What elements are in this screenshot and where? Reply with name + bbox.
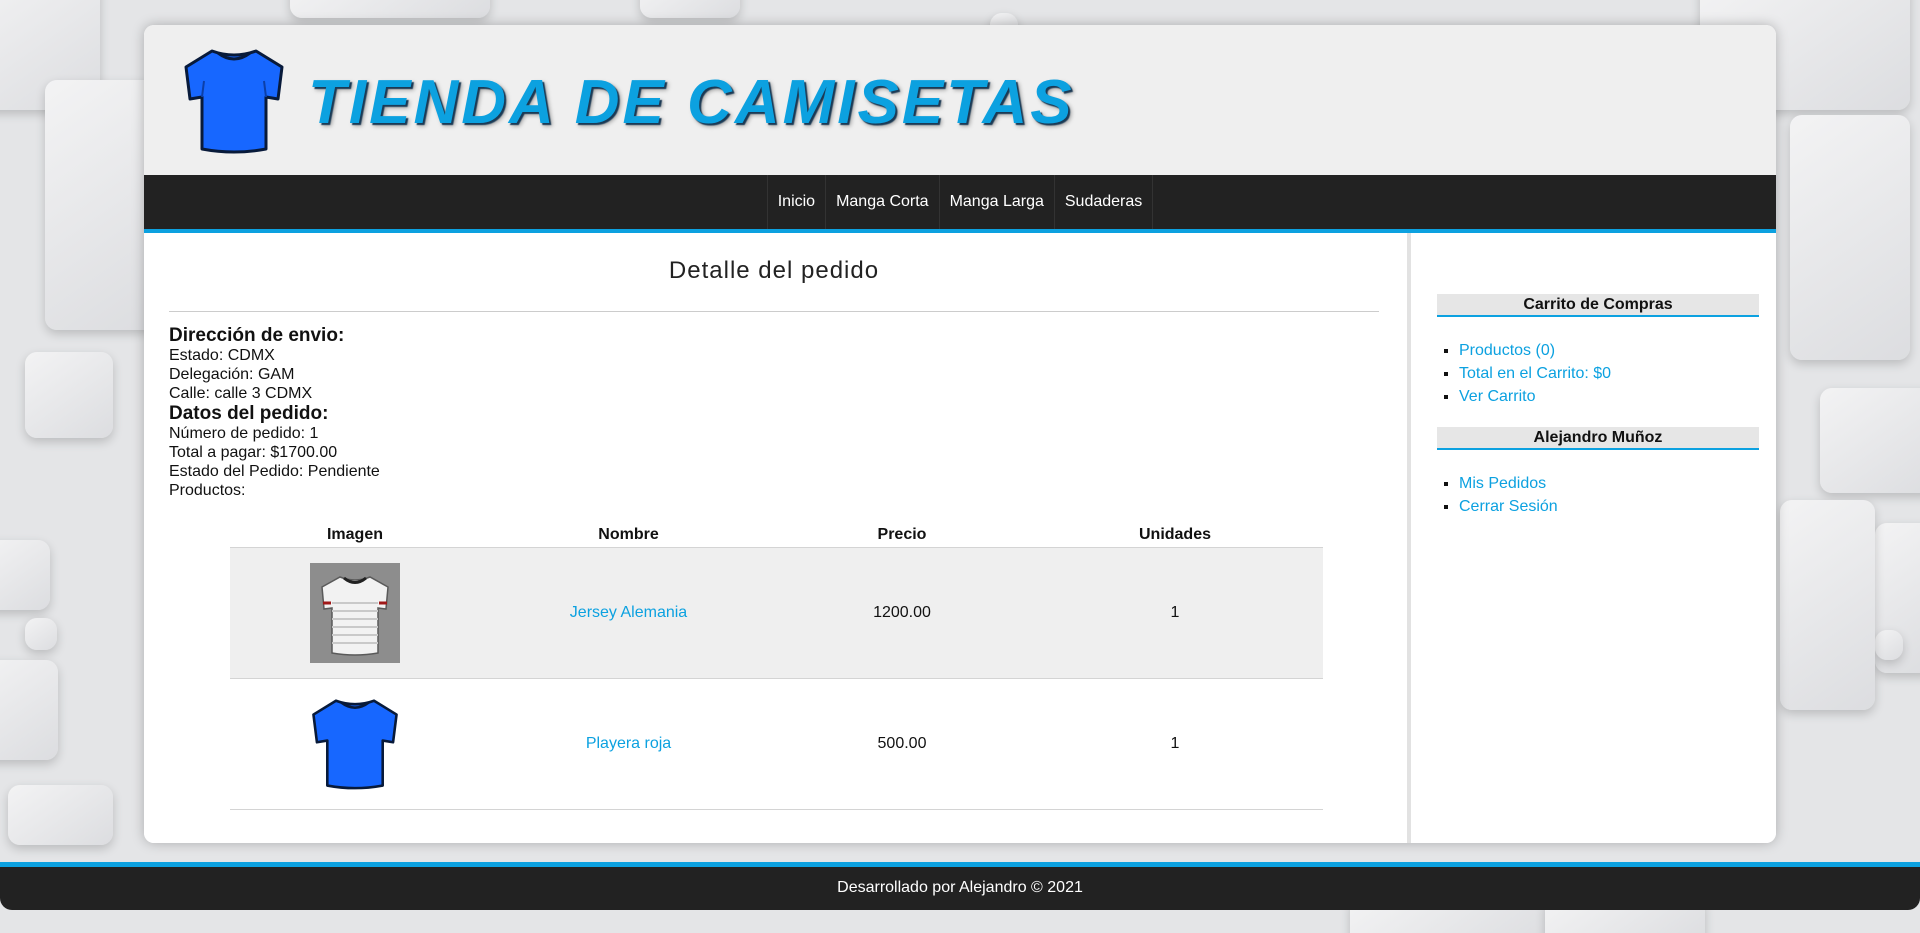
list-item: Productos (0) [1459, 339, 1611, 362]
order-status: Estado del Pedido: Pendiente [169, 463, 380, 480]
view-cart-link[interactable]: Ver Carrito [1459, 388, 1535, 405]
product-image-cell [230, 547, 480, 679]
page-container: TIENDA DE CAMISETAS Inicio Manga Corta M… [144, 25, 1776, 843]
column-header-precio: Precio [777, 523, 1027, 548]
table-row: Playera roja 500.00 1 [230, 678, 1323, 810]
product-units-cell: 1 [1027, 547, 1323, 679]
user-menu: Mis Pedidos Cerrar Sesión [1437, 472, 1558, 518]
product-link[interactable]: Playera roja [586, 735, 671, 752]
product-link[interactable]: Jersey Alemania [570, 604, 687, 621]
user-heading: Alejandro Muñoz [1437, 427, 1759, 450]
product-image-cell [230, 678, 480, 810]
cart-heading: Carrito de Compras [1437, 294, 1759, 317]
product-price-cell: 1200.00 [777, 547, 1027, 679]
nav-item-manga-corta[interactable]: Manga Corta [825, 175, 939, 229]
product-name-cell: Jersey Alemania [480, 547, 777, 679]
shipping-heading: Dirección de envio: [169, 325, 345, 346]
shipping-estado: Estado: CDMX [169, 347, 275, 364]
jersey-image [310, 563, 400, 663]
product-name-cell: Playera roja [480, 678, 777, 810]
nav-item-inicio[interactable]: Inicio [766, 175, 825, 229]
table-row: Jersey Alemania 1200.00 1 [230, 547, 1323, 679]
list-item: Cerrar Sesión [1459, 495, 1558, 518]
column-header-unidades: Unidades [1027, 523, 1323, 548]
product-price-cell: 500.00 [777, 678, 1027, 810]
sidebar: Carrito de Compras Productos (0) Total e… [1411, 233, 1776, 843]
products-label: Productos: [169, 482, 246, 499]
list-item: Mis Pedidos [1459, 472, 1558, 495]
column-header-imagen: Imagen [230, 523, 480, 548]
column-header-nombre: Nombre [480, 523, 777, 548]
site-footer: Desarrollado por Alejandro © 2021 [0, 862, 1920, 910]
order-total: Total a pagar: $1700.00 [169, 444, 338, 461]
my-orders-link[interactable]: Mis Pedidos [1459, 475, 1546, 492]
order-number: Número de pedido: 1 [169, 425, 319, 442]
nav-item-manga-larga[interactable]: Manga Larga [938, 175, 1054, 229]
order-info: Dirección de envio: Estado: CDMX Delegac… [169, 325, 380, 500]
site-title[interactable]: TIENDA DE CAMISETAS [308, 67, 1075, 138]
list-item: Ver Carrito [1459, 385, 1611, 408]
product-units-cell: 1 [1027, 678, 1323, 810]
tshirt-icon[interactable] [182, 45, 286, 157]
site-header: TIENDA DE CAMISETAS [144, 25, 1776, 175]
main-nav: Inicio Manga Corta Manga Larga Sudaderas [144, 175, 1776, 233]
page-title: Detalle del pedido [169, 233, 1379, 312]
table-header-row: Imagen Nombre Precio Unidades [230, 523, 1323, 548]
tshirt-icon [312, 699, 398, 790]
cart-total-link[interactable]: Total en el Carrito: $0 [1459, 365, 1611, 382]
logout-link[interactable]: Cerrar Sesión [1459, 498, 1558, 515]
list-item: Total en el Carrito: $0 [1459, 362, 1611, 385]
shipping-calle: Calle: calle 3 CDMX [169, 385, 313, 402]
shipping-delegacion: Delegación: GAM [169, 366, 295, 383]
order-heading: Datos del pedido: [169, 403, 329, 424]
cart-list: Productos (0) Total en el Carrito: $0 Ve… [1437, 339, 1611, 408]
nav-item-sudaderas[interactable]: Sudaderas [1053, 175, 1154, 229]
products-table: Imagen Nombre Precio Unidades Jersey Ale… [230, 523, 1323, 810]
main-content: Detalle del pedido Dirección de envio: E… [144, 233, 1411, 843]
cart-products-link[interactable]: Productos (0) [1459, 342, 1555, 359]
